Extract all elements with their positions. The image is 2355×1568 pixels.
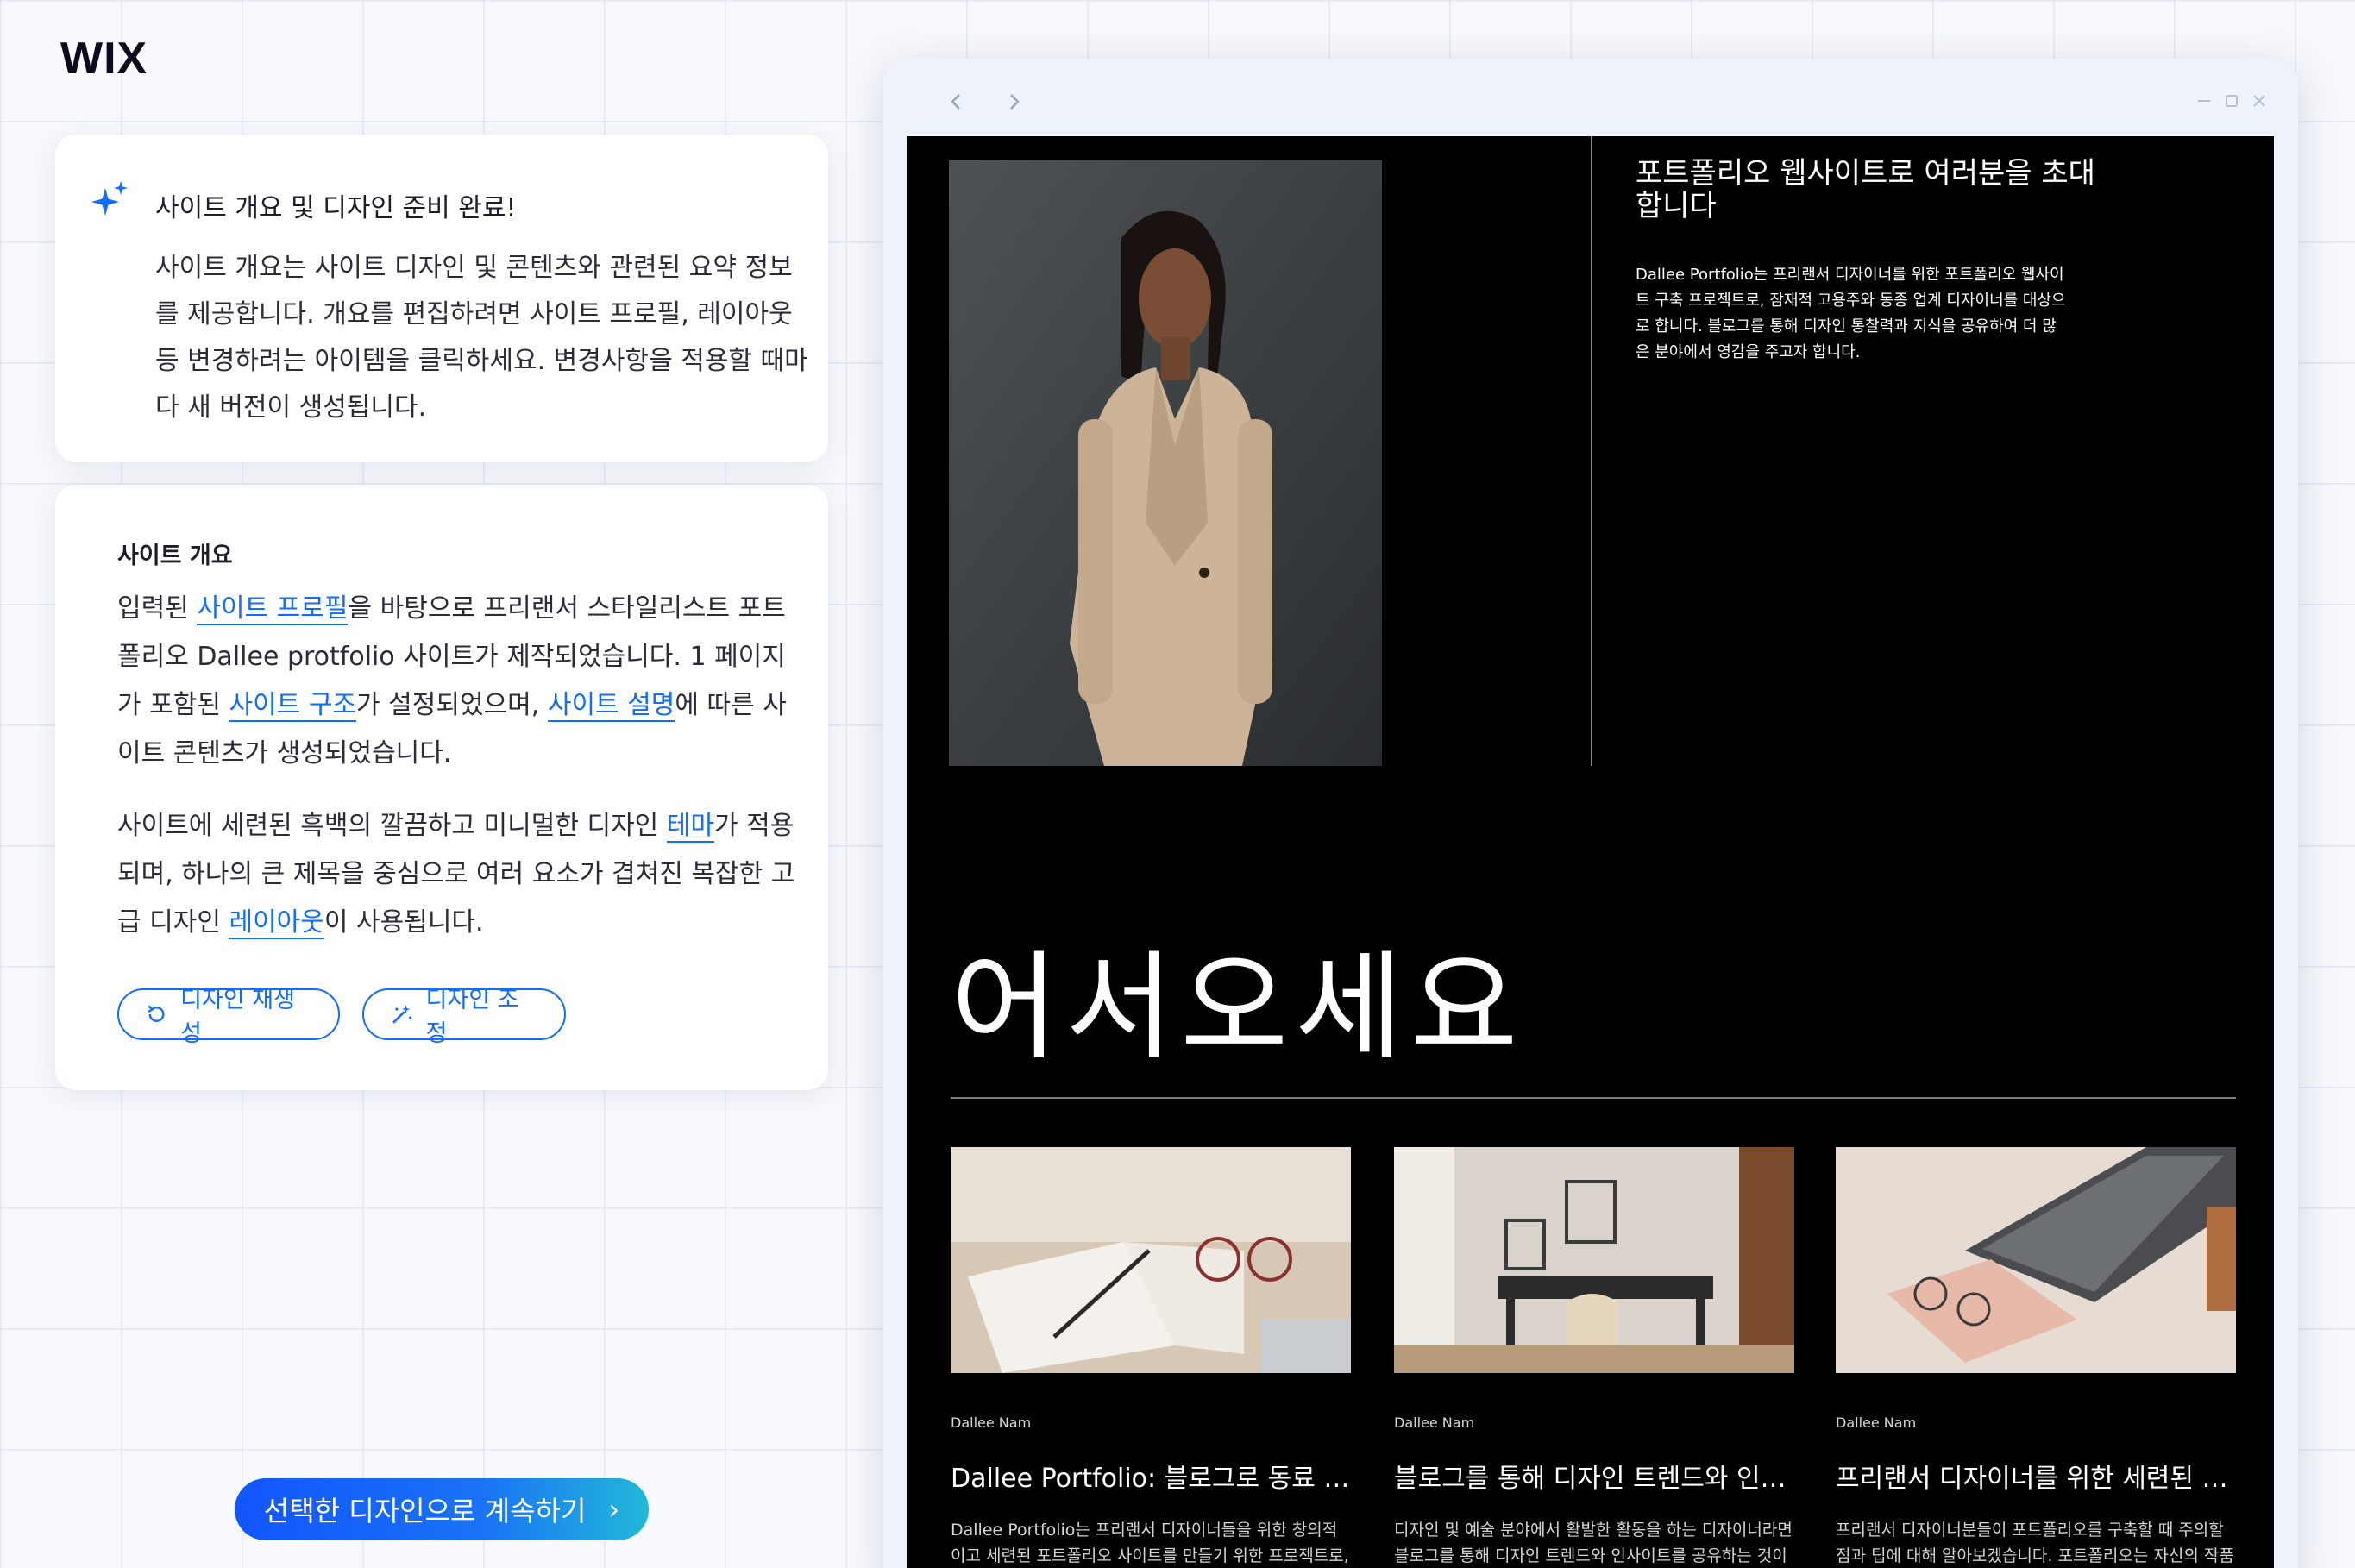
- regenerate-design-label: 디자인 재생성: [180, 987, 295, 1047]
- site-summary-card: 사이트 개요 입력된 사이트 프로필을 바탕으로 프리랜서 스타일리스트 포트폴…: [55, 485, 828, 1090]
- post-excerpt: 프리랜서 디자이너분들이 포트폴리오를 구축할 때 주의할 점과 팁에 대해 알…: [1836, 1521, 2234, 1565]
- blog-post-card[interactable]: Dallee Nam 프리랜서 디자이너를 위한 세련된 포트폴리오 구축 팁 …: [1836, 1147, 2236, 1568]
- post-title[interactable]: Dallee Portfolio: 블로그로 동료 디자이너들과 소통하기: [951, 1457, 1351, 1495]
- close-icon[interactable]: [2248, 90, 2270, 112]
- chevron-left-icon: [951, 94, 960, 110]
- summary-paragraph-2: 사이트에 세련된 흑백의 깔끔하고 미니멀한 디자인 테마가 적용되며, 하나의…: [117, 802, 807, 947]
- maximize-icon[interactable]: [2220, 90, 2243, 112]
- ai-status-title: 사이트 개요 및 디자인 준비 완료!: [155, 193, 517, 223]
- refresh-icon: [148, 1005, 165, 1022]
- wix-logo: WIX: [60, 34, 148, 84]
- ai-status-description: 사이트 개요는 사이트 디자인 및 콘텐츠와 관련된 요약 정보를 제공합니다.…: [155, 253, 808, 423]
- layout-link[interactable]: 레이아웃: [229, 907, 324, 939]
- post-author: Dallee Nam: [1836, 1414, 1917, 1431]
- post-excerpt: Dallee Portfolio는 프리랜서 디자이너들을 위한 창의적이고 세…: [951, 1521, 1349, 1565]
- forward-button[interactable]: [997, 85, 1032, 119]
- summary-text: 이 사용됩니다.: [323, 907, 484, 938]
- summary-text: 입력된: [117, 593, 198, 624]
- chevron-right-icon: [1010, 94, 1020, 110]
- hero-portrait-image: [949, 160, 1382, 766]
- post-author: Dallee Nam: [951, 1414, 1032, 1431]
- adjust-design-button[interactable]: 디자인 조정: [362, 987, 566, 1047]
- welcome-title: 어서오세요: [951, 940, 1525, 1076]
- back-button[interactable]: [939, 85, 973, 119]
- site-preview: 포트폴리오 웹사이트로 여러분을 초대합니다 Dallee Portfolio는…: [907, 136, 2274, 1568]
- post-excerpt: 디자인 및 예술 분야에서 활발한 활동을 하는 디자이너라면 블로그를 통해 …: [1394, 1521, 1793, 1565]
- site-description-link[interactable]: 사이트 설명: [547, 690, 675, 722]
- site-intro-text: Dallee Portfolio는 프리랜서 디자이너를 위한 포트폴리오 웹사…: [1636, 266, 2066, 361]
- minimize-icon[interactable]: [2193, 90, 2215, 112]
- magic-wand-icon: [392, 1005, 412, 1024]
- horizontal-divider: [951, 1097, 2236, 1099]
- blog-post-card[interactable]: Dallee Nam Dallee Portfolio: 블로그로 동료 디자이…: [951, 1147, 1351, 1568]
- ai-status-card: 사이트 개요 및 디자인 준비 완료! 사이트 개요는 사이트 디자인 및 콘텐…: [55, 135, 828, 462]
- summary-text: 가 설정되었으며,: [356, 690, 548, 720]
- summary-heading: 사이트 개요: [117, 543, 233, 569]
- post-image-notebook: [951, 1147, 1351, 1373]
- site-structure-link[interactable]: 사이트 구조: [229, 690, 357, 722]
- sparkle-icon: [91, 181, 128, 216]
- post-image-laptop: [1836, 1147, 2236, 1373]
- post-title[interactable]: 블로그를 통해 디자인 트렌드와 인사이트 공유하기: [1394, 1457, 1794, 1495]
- post-author: Dallee Nam: [1394, 1414, 1475, 1431]
- regenerate-design-button[interactable]: 디자인 재생성: [117, 987, 340, 1047]
- blog-post-card[interactable]: Dallee Nam 블로그를 통해 디자인 트렌드와 인사이트 공유하기 디자…: [1394, 1147, 1794, 1568]
- theme-link[interactable]: 테마: [666, 811, 715, 843]
- site-heading: 포트폴리오 웹사이트로 여러분을 초대합니다: [1636, 156, 2095, 223]
- continue-with-design-button[interactable]: 선택한 디자인으로 계속하기 ›: [235, 1478, 649, 1540]
- chevron-right-icon: ›: [608, 1493, 620, 1526]
- continue-label: 선택한 디자인으로 계속하기: [263, 1495, 587, 1527]
- vertical-divider: [1591, 136, 1592, 766]
- site-profile-link[interactable]: 사이트 프로필: [197, 593, 349, 625]
- post-image-desk: [1394, 1147, 1794, 1373]
- summary-text: 사이트에 세련된 흑백의 깔끔하고 미니멀한 디자인: [117, 811, 667, 841]
- post-title[interactable]: 프리랜서 디자이너를 위한 세련된 포트폴리오 구축 팁: [1836, 1457, 2236, 1495]
- adjust-design-label: 디자인 조정: [425, 987, 519, 1047]
- summary-paragraph-1: 입력된 사이트 프로필을 바탕으로 프리랜서 스타일리스트 포트폴리오 Dall…: [117, 585, 807, 778]
